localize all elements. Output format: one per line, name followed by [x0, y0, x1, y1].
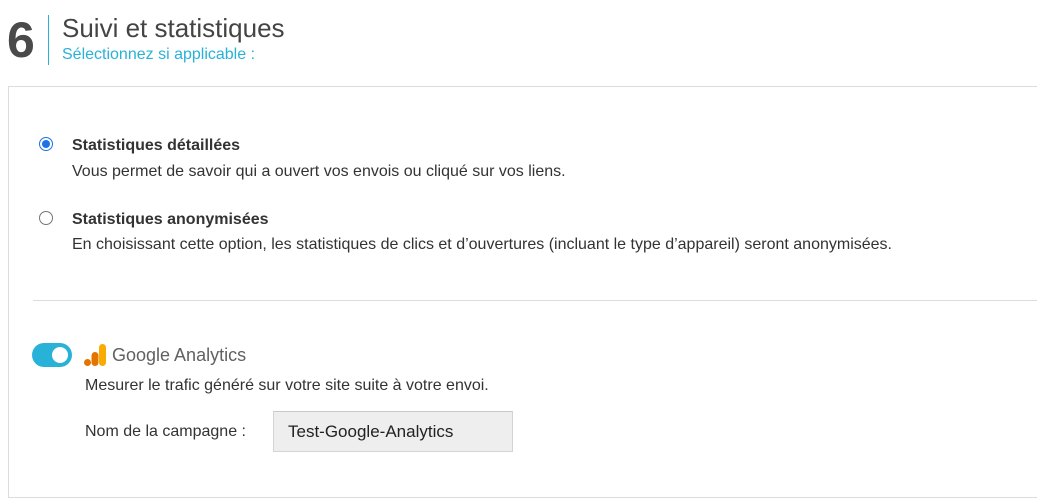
campaign-name-label: Nom de la campagne :: [85, 423, 246, 440]
option-detailed-title[interactable]: Statistiques détaillées: [72, 136, 240, 156]
section-divider: [33, 300, 1037, 301]
step-number: 6: [7, 12, 35, 68]
option-detailed-description: Vous permet de savoir qui a ouvert vos e…: [72, 163, 566, 180]
google-analytics-toggle[interactable]: [32, 343, 72, 367]
step-divider: [48, 15, 49, 65]
google-analytics-icon: [83, 343, 107, 367]
radio-anonymized-statistics[interactable]: [39, 211, 53, 225]
toggle-knob: [52, 347, 68, 363]
step-title: Suivi et statistiques: [62, 13, 285, 43]
google-analytics-description: Mesurer le trafic généré sur votre site …: [85, 377, 489, 394]
campaign-name-input[interactable]: [273, 411, 513, 452]
step-subtitle: Sélectionnez si applicable :: [62, 46, 256, 63]
option-anonymized-description: En choisissant cette option, les statist…: [72, 236, 892, 253]
google-analytics-brand: Google Analytics: [112, 345, 247, 365]
option-anonymized-title[interactable]: Statistiques anonymisées: [72, 210, 269, 230]
step-header: 6 Suivi et statistiques Sélectionnez si …: [0, 0, 1037, 86]
radio-detailed-statistics[interactable]: [39, 137, 53, 151]
